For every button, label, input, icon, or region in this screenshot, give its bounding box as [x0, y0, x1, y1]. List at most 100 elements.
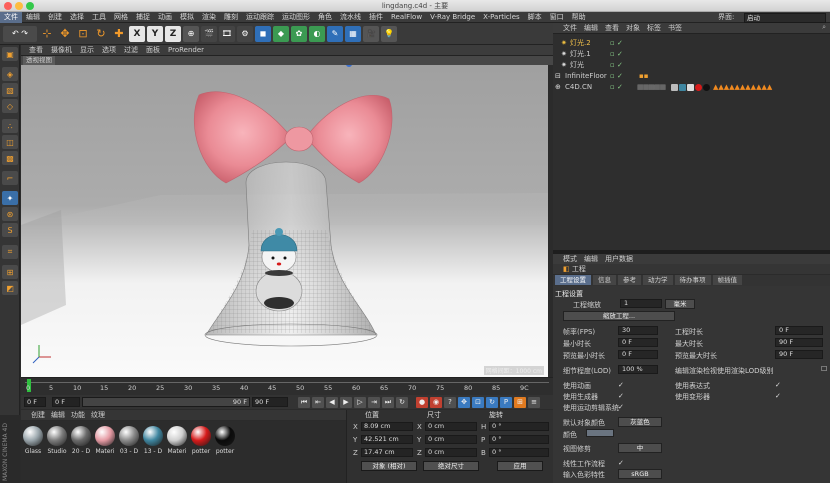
tab-project-settings[interactable]: 工程设置 — [555, 275, 591, 285]
edges-mode-icon[interactable]: ◫ — [2, 135, 18, 149]
scale-project-button[interactable]: 缩放工程... — [563, 311, 675, 321]
render-settings-icon[interactable]: ⚙ — [237, 25, 253, 42]
cloner-icon[interactable]: ✿ — [291, 25, 307, 42]
am-menu-edit[interactable]: 编辑 — [584, 254, 598, 264]
start-frame-field[interactable]: 0 F — [24, 397, 46, 407]
am-menu-user-data[interactable]: 用户数据 — [605, 254, 633, 264]
default-color-select[interactable]: 灰蓝色 — [618, 417, 662, 427]
current-frame-field[interactable]: 0 F — [52, 397, 80, 407]
material-menu-create[interactable]: 创建 — [31, 410, 45, 420]
visibility-check-icon[interactable]: ▫ ✓ — [610, 82, 623, 93]
material-swatch[interactable]: Materi — [166, 426, 188, 460]
point-level-key-icon[interactable]: ⊞ — [514, 396, 526, 408]
menu-character[interactable]: 角色 — [314, 12, 336, 23]
tab-info[interactable]: 信息 — [593, 275, 616, 285]
menu-pipeline[interactable]: 流水线 — [336, 12, 365, 23]
spline-pen-icon[interactable]: ✎ — [327, 25, 343, 42]
input-color-profile-select[interactable]: sRGB — [618, 469, 662, 479]
pos-z-field[interactable]: 17.47 cm — [361, 448, 413, 457]
material-tag-icon[interactable] — [695, 84, 702, 91]
viewport-menu-filter[interactable]: 过滤 — [124, 45, 138, 55]
object-row-light-1[interactable]: ✷ 灯光.1 ▫ ✓ — [553, 49, 830, 60]
preview-min-field[interactable]: 0 F — [618, 350, 658, 359]
record-keys-icon[interactable]: ● — [416, 396, 428, 408]
previous-key-icon[interactable]: ⇤ — [312, 396, 324, 408]
render-view-icon[interactable]: 🎬 — [201, 25, 217, 42]
tab-reference[interactable]: 参考 — [618, 275, 641, 285]
sculpt-icon[interactable]: S — [2, 223, 18, 237]
menu-mesh[interactable]: 网格 — [110, 12, 132, 23]
recent-tool-icon[interactable]: ✚ — [111, 25, 127, 42]
subdivision-icon[interactable]: ◆ — [273, 25, 289, 42]
texture-mode-icon[interactable]: ▧ — [2, 83, 18, 97]
lod-render-checkbox[interactable]: ☐ — [821, 365, 827, 373]
om-menu-bookmarks[interactable]: 书签 — [668, 23, 682, 33]
size-x-field[interactable]: 0 cm — [425, 422, 477, 431]
undo-redo-icon[interactable]: ↶ ↷ — [3, 25, 37, 42]
use-motion-system-checkbox[interactable]: ✓ — [618, 403, 624, 411]
menu-render[interactable]: 渲染 — [198, 12, 220, 23]
timeline-menu-icon[interactable]: ≡ — [528, 396, 540, 408]
z-axis-lock-button[interactable]: Z — [165, 25, 181, 42]
material-tag-icon[interactable] — [703, 84, 710, 91]
next-frame-icon[interactable]: ▷ — [354, 396, 366, 408]
material-swatch[interactable]: Glass — [22, 426, 44, 460]
use-generators-checkbox[interactable]: ✓ — [618, 392, 624, 400]
om-search-icon[interactable]: ⌕ — [822, 23, 826, 32]
model-mode-icon[interactable]: ◈ — [2, 67, 18, 81]
uv-mode-icon[interactable]: ◩ — [2, 281, 18, 295]
axis-mode-icon[interactable]: ⌐ — [2, 171, 18, 185]
scale-key-icon[interactable]: ⊡ — [472, 396, 484, 408]
tweak-mode-icon[interactable]: ✦ — [2, 191, 18, 205]
pos-y-field[interactable]: 42.521 cm — [361, 435, 413, 444]
size-y-field[interactable]: 0 cm — [425, 435, 477, 444]
preview-max-field[interactable]: 90 F — [775, 350, 823, 359]
material-menu-edit[interactable]: 编辑 — [51, 410, 65, 420]
size-mode-select[interactable]: 绝对尺寸 — [423, 461, 479, 471]
menu-animate[interactable]: 动画 — [154, 12, 176, 23]
viewport-menu-prorender[interactable]: ProRender — [168, 46, 204, 54]
tab-todo[interactable]: 待办事项 — [674, 275, 711, 285]
end-frame-field[interactable]: 90 F — [252, 397, 288, 407]
lod-field[interactable]: 100 % — [618, 365, 658, 374]
menu-create[interactable]: 创建 — [44, 12, 66, 23]
autokey-icon[interactable]: ◉ — [430, 396, 442, 408]
deformer-icon[interactable]: ◐ — [309, 25, 325, 42]
go-to-end-icon[interactable]: ⏭ — [382, 396, 394, 408]
om-menu-view[interactable]: 查看 — [605, 23, 619, 33]
material-tag-icon[interactable] — [679, 84, 686, 91]
render-picture-viewer-icon[interactable]: 🎞 — [219, 25, 235, 42]
menu-vray-bridge[interactable]: V-Ray Bridge — [426, 12, 479, 23]
viewport-menu-cameras[interactable]: 摄像机 — [51, 45, 72, 55]
live-selection-icon[interactable]: ⊹ — [39, 25, 55, 42]
material-swatch[interactable]: potter — [190, 426, 212, 460]
coordinate-mode-select[interactable]: 对象 (相对) — [361, 461, 417, 471]
linear-workflow-checkbox[interactable]: ✓ — [618, 459, 624, 467]
menu-window[interactable]: 窗口 — [546, 12, 568, 23]
visibility-check-icon[interactable]: ▫ ✓ — [610, 60, 623, 71]
view-clipping-select[interactable]: 中 — [618, 443, 662, 453]
object-row-light[interactable]: ✷ 灯光 ▫ ✓ — [553, 60, 830, 71]
object-row-light-2[interactable]: ✷ 灯光.2 ▫ ✓ — [553, 38, 830, 49]
rot-b-field[interactable]: 0 ° — [489, 448, 549, 457]
menu-plugins[interactable]: 插件 — [365, 12, 387, 23]
floor-environment-icon[interactable]: ▦ — [345, 25, 361, 42]
pos-x-field[interactable]: 8.09 cm — [361, 422, 413, 431]
object-row-infinite-floor[interactable]: ⊟ InfiniteFloor ▫ ✓ ▪▪ — [553, 71, 830, 82]
apply-button[interactable]: 应用 — [497, 461, 543, 471]
loop-icon[interactable]: ↻ — [396, 396, 408, 408]
om-menu-edit[interactable]: 编辑 — [584, 23, 598, 33]
rotate-tool-icon[interactable]: ↻ — [93, 25, 109, 42]
material-tag-icon[interactable] — [687, 84, 694, 91]
3d-viewport[interactable]: 网格间距：1000 cm — [21, 65, 548, 377]
timeline-ruler[interactable]: 0 5 10 15 20 25 30 35 40 45 50 55 60 65 … — [21, 377, 553, 395]
menu-script[interactable]: 脚本 — [524, 12, 546, 23]
menu-mograph[interactable]: 运动图形 — [278, 12, 314, 23]
menu-tools[interactable]: 工具 — [88, 12, 110, 23]
color-swatch[interactable] — [586, 429, 614, 437]
viewport-menu-options[interactable]: 选项 — [102, 45, 116, 55]
fps-field[interactable]: 30 — [618, 326, 658, 335]
coordinate-system-icon[interactable]: ⊕ — [183, 25, 199, 42]
om-menu-file[interactable]: 文件 — [563, 23, 577, 33]
position-key-icon[interactable]: ✥ — [458, 396, 470, 408]
